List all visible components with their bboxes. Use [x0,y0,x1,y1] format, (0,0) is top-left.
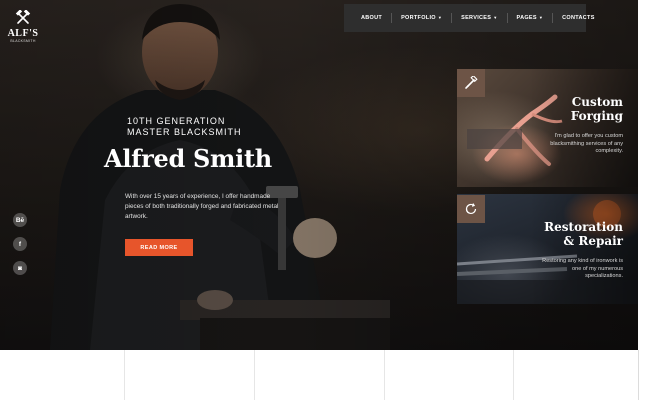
below-fold-section [0,350,645,400]
card-title-line1: Restoration [544,220,623,234]
nav-contacts[interactable]: CONTACTS [552,13,604,23]
instagram-icon[interactable]: ◙ [13,261,27,275]
card-icon-box [457,69,485,97]
card-title: Restoration & Repair [544,220,623,248]
card-description: I'm glad to offer you custom blacksmithi… [550,133,623,154]
brand-tagline: BLACKSMITH [10,39,36,43]
hero-eyebrow-line2: MASTER BLACKSMITH [127,127,242,137]
facebook-icon[interactable]: f [13,237,27,251]
crossed-hammers-icon [15,10,31,24]
column-divider [124,350,125,400]
hero-title: Alfred Smith [104,144,272,173]
nav-about-label: ABOUT [361,15,383,21]
chevron-down-icon: ▼ [538,15,544,20]
hammer-icon [465,76,478,89]
card-title-line2: & Repair [563,234,623,248]
nav-about[interactable]: ABOUT [352,13,391,23]
card-title-line2: Forging [570,109,623,123]
nav-pages[interactable]: PAGES ▼ [506,13,553,23]
service-card-custom-forging[interactable]: Custom Forging I'm glad to offer you cus… [457,69,638,187]
service-card-restoration[interactable]: Restoration & Repair Restoring any kind … [457,194,638,304]
behance-icon[interactable]: Bē [13,213,27,227]
chevron-down-icon: ▼ [493,15,498,20]
nav-pages-label: PAGES [516,15,537,21]
card-description: Restoring any kind of ironwork is one of… [542,258,623,279]
nav-portfolio[interactable]: PORTFOLIO ▼ [391,13,451,23]
brand-name: ALF'S [7,28,39,39]
chevron-down-icon: ▼ [437,15,443,20]
nav-portfolio-label: PORTFOLIO [401,15,436,21]
column-divider [384,350,385,400]
page-edge [638,350,639,400]
card-title-line1: Custom [571,95,623,109]
nav-services[interactable]: SERVICES ▼ [451,13,506,23]
column-divider [513,350,514,400]
read-more-button[interactable]: READ MORE [125,239,193,256]
nav-contacts-label: CONTACTS [562,15,595,21]
refresh-icon [465,203,477,215]
nav-services-label: SERVICES [461,15,492,21]
main-navigation: ABOUT PORTFOLIO ▼ SERVICES ▼ PAGES ▼ CONTAC… [344,4,594,32]
column-divider [254,350,255,400]
brand-logo[interactable]: ALF'S BLACKSMITH [6,10,40,43]
hero-eyebrow: 10TH GENERATION MASTER BLACKSMITH [127,116,242,138]
card-icon-box [457,195,485,223]
hero-eyebrow-line1: 10TH GENERATION [127,116,226,126]
card-title: Custom Forging [571,95,623,123]
hero-description: With over 15 years of experience, I offe… [125,193,279,220]
